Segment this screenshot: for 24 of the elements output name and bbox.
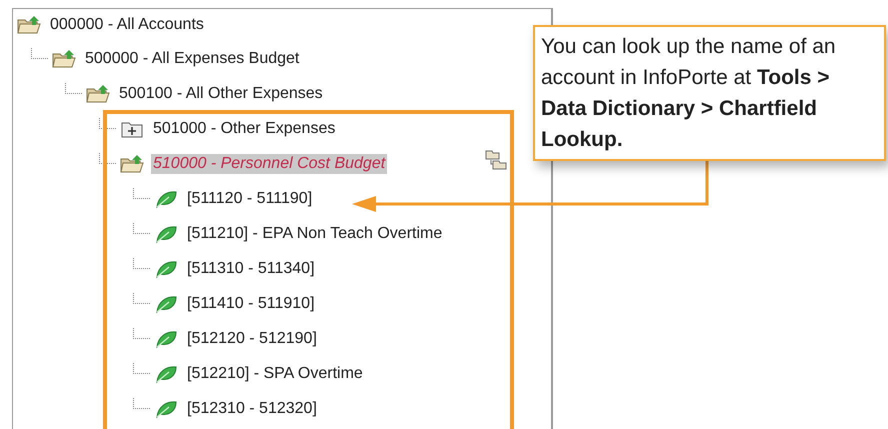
tree-item[interactable]: [511310 - 511340] [185,258,317,278]
leaf-icon [154,364,178,384]
folder-icon [17,15,41,35]
folder-icon [120,154,144,174]
tree-item[interactable]: 500000 - All Expenses Budget [83,48,302,68]
tree-item[interactable]: [512210] - SPA Overtime [185,364,365,384]
tree-item[interactable]: [512310 - 512320] [185,398,319,418]
leaf-icon [154,258,178,278]
leaf-icon [154,188,178,208]
tree-item[interactable]: 501000 - Other Expenses [151,118,338,138]
leaf-icon [154,224,178,244]
leaf-icon [154,294,178,314]
leaf-icon [154,328,178,348]
tree-item[interactable]: [511120 - 511190] [185,188,314,208]
folder-icon [52,48,76,68]
tree-item[interactable]: 000000 - All Accounts [48,15,206,35]
callout-text: You can look up the name of an account in InfoPorte at Tools > Data Dictionary > Chartfield Lookup. [541,34,837,153]
leaf-icon [154,398,178,418]
folder-icon [86,84,110,104]
tree-item[interactable]: [511210] - EPA Non Teach Overtime [185,224,444,244]
tree-item[interactable]: [512120 - 512190] [185,328,319,348]
folders-icon[interactable] [485,149,507,171]
tree-item[interactable]: 500100 - All Other Expenses [117,84,325,104]
tree-item[interactable]: [511410 - 511910] [185,294,317,314]
